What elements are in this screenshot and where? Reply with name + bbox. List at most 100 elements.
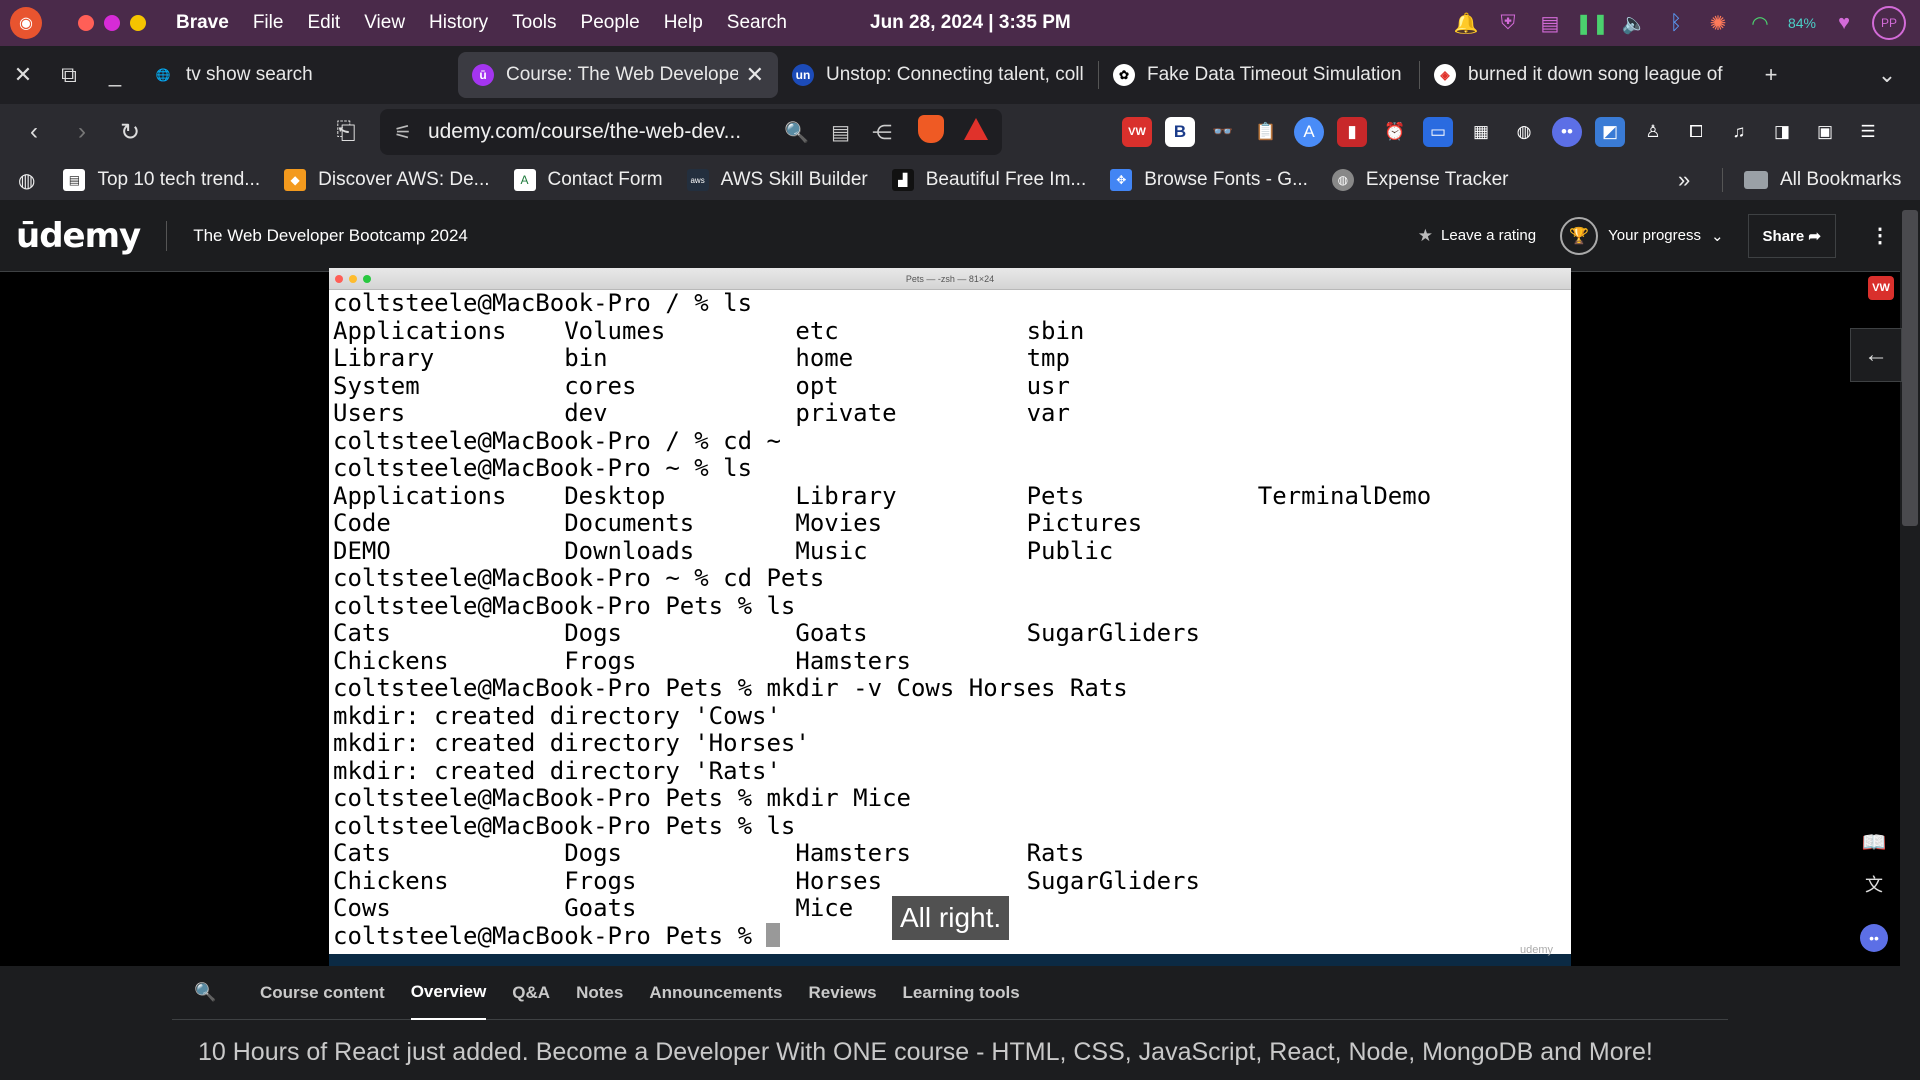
tab-course-content[interactable]: Course content — [260, 966, 385, 1020]
tab-notes[interactable]: Notes — [576, 966, 623, 1020]
bookmark-item[interactable]: ◆ Discover AWS: De... — [284, 169, 490, 191]
globe-icon[interactable]: ◍ — [18, 168, 35, 193]
sidebar-icon[interactable]: ◨ — [1767, 117, 1797, 147]
menu-icon[interactable]: ☰ — [1853, 117, 1883, 147]
volume-icon[interactable]: 🔈 — [1620, 9, 1648, 37]
forward-arrow-icon[interactable]: › — [58, 108, 106, 156]
book-icon[interactable]: 📖 — [1858, 826, 1890, 858]
menu-people[interactable]: People — [581, 12, 640, 34]
reader-mode-icon[interactable]: ▤ — [831, 120, 850, 145]
notification-bell-icon[interactable]: 🔔 — [1452, 9, 1480, 37]
tab-tv-show-search[interactable]: 🌐 tv show search — [138, 52, 458, 98]
bluetooth-icon[interactable]: ᛒ — [1662, 9, 1690, 37]
tab-burned-it-down[interactable]: ◈ burned it down song league of — [1420, 52, 1740, 98]
wifi-icon[interactable]: ◠ — [1746, 9, 1774, 37]
sidebar-back-arrow-icon[interactable]: ← — [1850, 328, 1902, 382]
tab-list-chevron-down-icon[interactable]: ⌄ — [1864, 52, 1910, 98]
close-tab-icon[interactable]: ✕ — [746, 62, 764, 88]
site-settings-icon[interactable]: ⚟ — [394, 120, 412, 145]
more-options-icon[interactable]: ⋮ — [1860, 223, 1900, 248]
your-progress-button[interactable]: 🏆 Your progress ⌄ — [1560, 216, 1724, 255]
square-extension-icon[interactable]: ◩ — [1595, 117, 1625, 147]
menu-view[interactable]: View — [364, 12, 405, 34]
bot-extension-icon[interactable]: •• — [1552, 117, 1582, 147]
all-bookmarks-button[interactable]: All Bookmarks — [1744, 169, 1901, 191]
tab-unstop[interactable]: un Unstop: Connecting talent, coll — [778, 52, 1098, 98]
more-bookmarks-icon[interactable]: » — [1678, 167, 1690, 193]
bookmark-item[interactable]: aws AWS Skill Builder — [686, 169, 868, 191]
search-icon[interactable]: 🔍 — [194, 982, 234, 1003]
share-button[interactable]: Share ➦ — [1747, 213, 1836, 258]
menu-help[interactable]: Help — [664, 12, 703, 34]
page-scrollbar-thumb[interactable] — [1902, 210, 1918, 526]
new-tab-icon[interactable]: + — [1748, 52, 1794, 98]
menu-edit[interactable]: Edit — [307, 12, 340, 34]
address-field[interactable]: ⚟ udemy.com/course/the-web-dev... 🔍 ▤ ⋲ — [380, 109, 1002, 155]
extensions-puzzle-icon[interactable]: ⧠ — [1681, 117, 1711, 147]
course-title[interactable]: The Web Developer Bootcamp 2024 — [193, 226, 468, 246]
brave-shields-icon[interactable] — [918, 115, 944, 149]
vw-extension-icon[interactable]: VW — [1122, 117, 1152, 147]
menu-file[interactable]: File — [253, 12, 284, 34]
bookmark-item[interactable]: ◍ Expense Tracker — [1331, 169, 1508, 191]
bookmark-item[interactable]: ✥ Browse Fonts - G... — [1110, 169, 1308, 191]
bookmark-item[interactable]: ▤ Top 10 tech trend... — [63, 169, 260, 191]
terminal-line: coltsteele@MacBook-Pro ~ % ls — [333, 454, 753, 482]
os-logo-icon[interactable]: ◉ — [10, 7, 42, 39]
bookmark-item[interactable]: ▟ Beautiful Free Im... — [891, 169, 1086, 191]
user-avatar[interactable]: PP — [1872, 6, 1906, 40]
menu-search[interactable]: Search — [727, 12, 787, 34]
terminal-line: coltsteele@MacBook-Pro Pets % ls — [333, 591, 796, 620]
menu-history[interactable]: History — [429, 12, 488, 34]
share-icon[interactable]: ⋲ — [872, 120, 892, 145]
tab-fake-data[interactable]: ✿ Fake Data Timeout Simulation — [1099, 52, 1419, 98]
bookmark-item[interactable]: A Contact Form — [513, 169, 663, 191]
b-extension-icon[interactable]: B — [1165, 117, 1195, 147]
assistant-bot-icon[interactable]: •• — [1860, 924, 1888, 952]
music-icon[interactable]: ♫ — [1724, 117, 1754, 147]
tab-groups-icon[interactable]: ⧉ — [46, 52, 92, 98]
menu-tools[interactable]: Tools — [512, 12, 556, 34]
tab-announcements[interactable]: Announcements — [649, 966, 782, 1020]
brave-rewards-icon[interactable] — [964, 118, 988, 146]
leave-rating-button[interactable]: ★ Leave a rating — [1418, 226, 1536, 246]
tab-overview[interactable]: Overview — [410, 966, 487, 1020]
close-window-button[interactable] — [78, 15, 94, 31]
pause-icon[interactable]: ❚❚ — [1575, 9, 1609, 37]
battery-icon[interactable]: 84% — [1788, 9, 1816, 37]
glasses-extension-icon[interactable]: 👓 — [1208, 117, 1238, 147]
stamp-extension-icon[interactable]: ♙ — [1638, 117, 1668, 147]
translate-icon[interactable]: 文 — [1858, 868, 1890, 900]
reload-icon[interactable]: ↻ — [106, 108, 154, 156]
clock[interactable]: Jun 28, 2024 | 3:35 PM — [870, 12, 1071, 34]
udemy-logo[interactable]: ūdemy — [16, 216, 141, 256]
wallet-icon[interactable]: ▣ — [1810, 117, 1840, 147]
clipboard-extension-icon[interactable]: 📋 — [1251, 117, 1281, 147]
minimize-window-button[interactable] — [104, 15, 120, 31]
maximize-window-button[interactable] — [130, 15, 146, 31]
tab-learning-tools[interactable]: Learning tools — [903, 966, 1020, 1020]
tab-course[interactable]: ū Course: The Web Develope ✕ — [458, 52, 778, 98]
url-text[interactable]: udemy.com/course/the-web-dev... — [428, 120, 762, 144]
close-icon[interactable]: ✕ — [0, 52, 46, 98]
zoom-icon[interactable]: 🔍 — [784, 120, 809, 145]
blue-window-extension-icon[interactable]: ▭ — [1423, 117, 1453, 147]
bug-icon[interactable]: ✺ — [1704, 9, 1732, 37]
web-extension-icon[interactable]: ◍ — [1509, 117, 1539, 147]
back-arrow-icon[interactable]: ‹ — [10, 108, 58, 156]
translate-extension-icon[interactable]: A — [1294, 117, 1324, 147]
vw-badge-icon[interactable]: VW — [1868, 276, 1894, 300]
alarm-extension-icon[interactable]: ⏰ — [1380, 117, 1410, 147]
unstop-favicon-icon: un — [792, 64, 814, 86]
bookmark-icon[interactable]: ⎗ — [322, 108, 370, 156]
tab-reviews[interactable]: Reviews — [809, 966, 877, 1020]
grid-extension-icon[interactable]: ▦ — [1466, 117, 1496, 147]
notes-icon[interactable]: ▤ — [1536, 9, 1564, 37]
tab-qa[interactable]: Q&A — [512, 966, 550, 1020]
heart-icon[interactable]: ♥ — [1830, 9, 1858, 37]
cube-icon: ◆ — [284, 169, 307, 191]
red-book-extension-icon[interactable]: ▮ — [1337, 117, 1367, 147]
minimize-icon[interactable]: _ — [92, 52, 138, 98]
app-name[interactable]: Brave — [176, 12, 229, 34]
shield-icon[interactable]: ⛨ — [1494, 9, 1522, 37]
